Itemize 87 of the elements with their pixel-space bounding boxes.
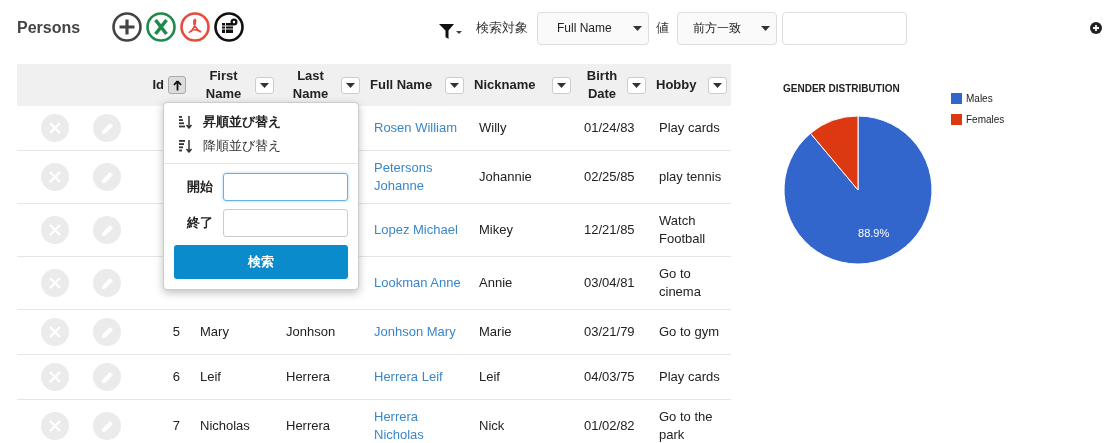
filter-field-label: 検索対象 [476, 19, 528, 38]
caret-icon [761, 25, 770, 31]
column-menu-button[interactable] [445, 76, 464, 94]
legend-label: Males [966, 92, 993, 106]
table-cell-text: Willy [479, 119, 508, 137]
table-cell-text: Annie [479, 274, 514, 292]
table-cell-text: Johannie [479, 168, 533, 186]
add-icon[interactable] [112, 12, 142, 42]
add-icon[interactable] [1090, 22, 1102, 34]
up-arrow-icon [172, 79, 182, 91]
search-button[interactable]: 検索 [174, 245, 348, 279]
table-cell-text: 01/02/82 [584, 417, 636, 435]
field-select[interactable]: Full Name [537, 11, 649, 45]
caret-icon [713, 82, 722, 88]
table-cell: 7 [172, 417, 180, 435]
table-cell-text: Nick [479, 417, 506, 435]
pdf-icon[interactable] [180, 12, 210, 42]
column-header: First Name [204, 67, 243, 103]
column-menu-button[interactable] [708, 76, 727, 94]
table-cell-text: Herrera [286, 417, 332, 435]
table-cell: 5 [172, 323, 180, 341]
name-link[interactable]: Rosen William [374, 119, 462, 137]
table-cell-text: Go to cinema [659, 265, 702, 301]
legend-swatch [951, 93, 962, 104]
table-cell-text: Watch Football [659, 212, 707, 248]
table-cell-text: 01/24/83 [584, 119, 636, 137]
column-header: Full Name [370, 76, 433, 94]
caret-icon [346, 82, 355, 88]
column-menu-button[interactable] [341, 76, 360, 94]
table-cell-text: Jonhson [286, 323, 337, 341]
chart-title: GENDER DISTRIBUTION [783, 82, 901, 96]
table-cell-text: Nicholas [200, 417, 251, 435]
table-cell-text: Mary [200, 323, 230, 341]
legend-label: Females [966, 113, 1005, 127]
table-cell-text: 12/21/85 [584, 221, 636, 239]
table-cell-text: Herrera [286, 368, 332, 386]
slice-label: 88.9% [858, 227, 890, 240]
table-cell-text: play tennis [659, 168, 723, 186]
spreadsheet-icon[interactable] [146, 12, 176, 42]
caret-icon [557, 82, 566, 88]
sort-ascending-icon [179, 115, 193, 129]
caret-icon [633, 25, 642, 31]
caret-icon [632, 82, 641, 88]
column-header: Last Name [291, 67, 330, 103]
legend-swatch [951, 114, 962, 125]
table-cell-text: Leif [200, 368, 222, 386]
name-link[interactable]: Herrera Leif [374, 368, 462, 386]
match-select[interactable]: 前方一致 [677, 11, 777, 45]
sort-descending-icon [179, 139, 193, 153]
search-input-field[interactable] [782, 11, 907, 45]
name-link[interactable]: Herrera Nicholas [374, 408, 462, 443]
column-header: Hobby [656, 76, 697, 94]
column-menu-button[interactable] [255, 76, 274, 94]
table-cell-text: Mikey [479, 221, 514, 239]
column-menu-button[interactable] [552, 76, 571, 94]
column-header: Birth Date [585, 67, 619, 103]
name-link[interactable]: Lopez Michael [374, 221, 462, 239]
start-input-field[interactable] [223, 173, 348, 201]
name-link[interactable]: Jonhson Mary [374, 323, 462, 341]
sort-menu-item[interactable]: 昇順並び替え [164, 113, 358, 131]
table-settings-icon[interactable] [214, 12, 244, 42]
table-cell-text: Leif [479, 368, 501, 386]
filter-icon[interactable] [439, 22, 463, 40]
caret-icon [260, 82, 269, 88]
table-cell-text: Marie [479, 323, 513, 341]
table-cell-text: Go to the park [659, 408, 714, 443]
table-cell: 6 [172, 368, 180, 386]
column-header: Id [152, 76, 164, 94]
sort-menu-item[interactable]: 降順並び替え [164, 137, 358, 155]
end-input-field[interactable] [223, 209, 348, 237]
table-cell-text: 04/03/75 [584, 368, 636, 386]
table-cell-text: Play cards [659, 368, 721, 386]
table-cell-text: 03/21/79 [584, 323, 636, 341]
sort-button[interactable] [168, 76, 186, 94]
table-cell-text: Play cards [659, 119, 721, 137]
end-label: 終了 [186, 214, 213, 233]
start-label: 開始 [186, 178, 213, 197]
column-header: Nickname [474, 76, 536, 94]
value-label: 値 [656, 19, 669, 38]
table-cell-text: 03/04/81 [584, 274, 636, 292]
column-menu-button[interactable] [627, 76, 646, 94]
page-title: Persons [17, 18, 82, 38]
name-link[interactable]: Petersons Johanne [374, 159, 462, 195]
table-cell-text: Go to gym [659, 323, 720, 341]
name-link[interactable]: Lookman Anne [374, 274, 462, 292]
caret-icon [450, 82, 459, 88]
table-cell-text: 02/25/85 [584, 168, 636, 186]
